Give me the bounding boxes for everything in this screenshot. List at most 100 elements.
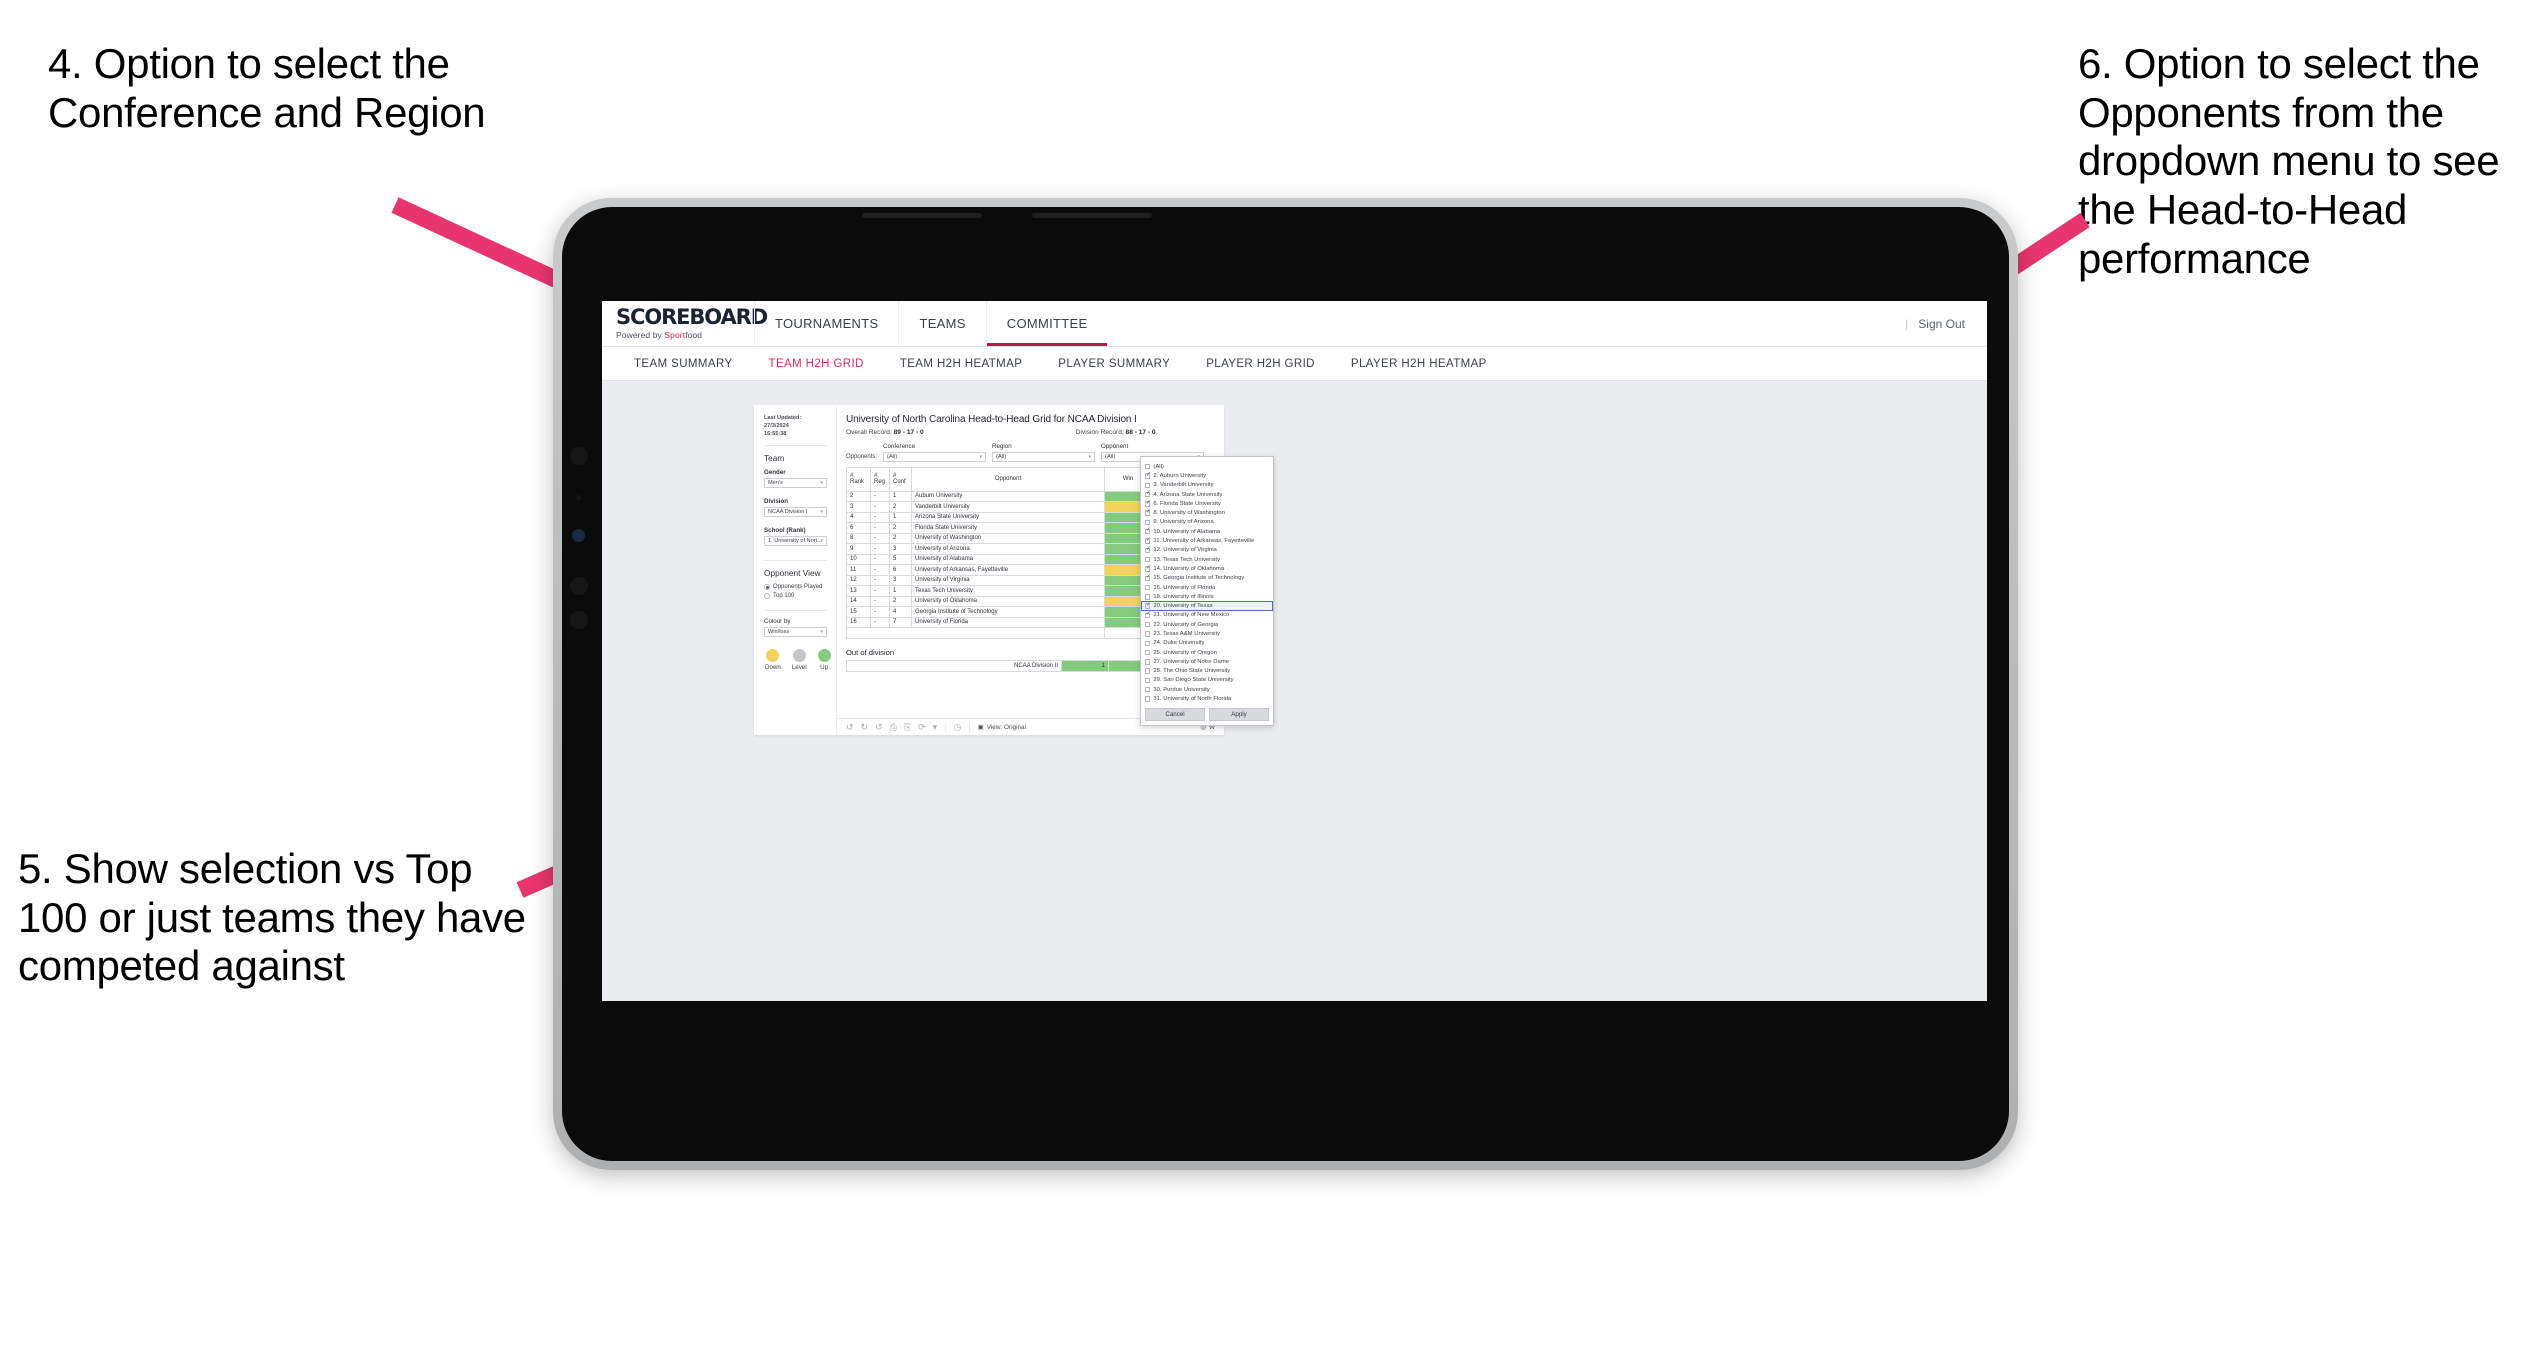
dropdown-item[interactable]: 28. The Ohio State University <box>1141 667 1273 676</box>
legend-item-level: Level <box>792 648 807 671</box>
gender-select[interactable]: Men's ▾ <box>764 478 827 489</box>
subnav-item-player-summary[interactable]: PLAYER SUMMARY <box>1040 358 1188 370</box>
school-rank-select[interactable]: 1. University of Nort... ▾ <box>764 536 827 547</box>
sign-out-link[interactable]: Sign Out <box>1918 317 1965 331</box>
dropdown-item[interactable]: 4. Arizona State University <box>1141 490 1273 499</box>
dropdown-item-label: 21. University of New Mexico <box>1153 612 1230 619</box>
share-icon[interactable]: ⟳ <box>918 722 926 732</box>
dropdown-item[interactable]: 16. University of Florida <box>1141 583 1273 592</box>
col-rank[interactable]: # Rank <box>846 466 871 492</box>
dropdown-item[interactable]: 2. Auburn University <box>1141 471 1273 480</box>
checkbox-unchecked-icon[interactable] <box>1145 631 1151 637</box>
radio-top-100[interactable]: Top 100 <box>764 592 827 599</box>
checkbox-unchecked-icon[interactable] <box>1145 687 1151 693</box>
checkbox-unchecked-icon[interactable] <box>1145 594 1151 600</box>
dropdown-item[interactable]: 11. University of Arkansas, Fayetteville <box>1141 536 1273 545</box>
subnav-item-player-h2h-heatmap[interactable]: PLAYER H2H HEATMAP <box>1333 358 1505 370</box>
opponent-dropdown-panel[interactable]: (All) 2. Auburn University 3. Vanderbilt U… <box>1140 456 1274 726</box>
checkbox-checked-icon[interactable] <box>1145 499 1151 507</box>
subnav-item-player-h2h-grid[interactable]: PLAYER H2H GRID <box>1188 358 1333 370</box>
dropdown-item[interactable]: 27. University of Notre Dame <box>1141 657 1273 666</box>
checkbox-unchecked-icon[interactable] <box>1145 463 1151 470</box>
radio-opponents-played[interactable]: Opponents Played <box>764 584 827 591</box>
division-label: Division <box>764 498 789 506</box>
apply-button[interactable]: Apply <box>1209 707 1269 721</box>
logo-sub-suffix: food <box>685 330 703 340</box>
checkbox-checked-icon[interactable] <box>1145 546 1151 554</box>
checkbox-unchecked-icon[interactable] <box>1145 482 1151 488</box>
dropdown-item[interactable]: (All) <box>1141 462 1273 471</box>
dropdown-item[interactable]: 15. Georgia Institute of Technology <box>1141 574 1273 583</box>
checkbox-unchecked-icon[interactable] <box>1145 556 1151 563</box>
overall-record-value: 89 - 17 - 0 <box>893 429 924 436</box>
checkbox-unchecked-icon[interactable] <box>1145 584 1151 591</box>
tablet-bezel: SCOREBOARD Powered by Sportfood TOURNAME… <box>562 207 2009 1161</box>
clock-icon[interactable]: ◷ <box>953 722 961 732</box>
dropdown-item[interactable]: 14. University of Oklahoma <box>1141 564 1273 573</box>
region-filter-select[interactable]: (All) ▾ <box>992 451 1096 462</box>
checkbox-unchecked-icon[interactable] <box>1145 668 1151 674</box>
dropdown-item[interactable]: 20. University of Texas <box>1141 601 1273 611</box>
checkbox-checked-icon[interactable] <box>1145 509 1151 516</box>
dropdown-item[interactable]: 3. Vanderbilt University <box>1141 481 1273 490</box>
checkbox-checked-icon[interactable] <box>1145 490 1151 498</box>
col-conf[interactable]: # Conf <box>889 466 912 492</box>
checkbox-unchecked-icon[interactable] <box>1145 640 1151 646</box>
chevron-down-icon[interactable]: ▾ <box>933 722 938 732</box>
dropdown-item[interactable]: 22. University of Georgia <box>1141 620 1273 629</box>
subnav-item-team-summary[interactable]: TEAM SUMMARY <box>616 358 751 370</box>
colour-by-select[interactable]: Win/loss ▾ <box>764 626 827 637</box>
toolbar-divider-1: | <box>944 722 947 732</box>
dropdown-item[interactable]: 23. Texas A&M University <box>1141 629 1273 638</box>
dropdown-item[interactable]: 25. University of Oregon <box>1141 648 1273 657</box>
dropdown-item[interactable]: 9. University of Arizona <box>1141 518 1273 527</box>
checkbox-checked-icon[interactable] <box>1145 527 1151 535</box>
nav-item-tournaments[interactable]: TOURNAMENTS <box>754 301 898 346</box>
nav-item-committee[interactable]: COMMITTEE <box>985 301 1108 346</box>
nav-item-teams[interactable]: TEAMS <box>898 301 985 346</box>
redo-icon[interactable]: ↻ <box>861 722 869 732</box>
revert-icon[interactable]: ↺ <box>875 722 883 732</box>
dropdown-item[interactable]: 10. University of Alabama <box>1141 527 1273 536</box>
app-logo[interactable]: SCOREBOARD Powered by Sportfood <box>602 301 768 346</box>
conference-filter-select[interactable]: (All) ▾ <box>883 451 987 462</box>
checkbox-unchecked-icon[interactable] <box>1145 519 1151 526</box>
dropdown-item[interactable]: 13. Texas Tech University <box>1141 555 1273 564</box>
checkbox-unchecked-icon[interactable] <box>1145 677 1151 684</box>
dropdown-item[interactable]: 12. University of Virginia <box>1141 546 1273 555</box>
dropdown-item-label: 14. University of Oklahoma <box>1153 565 1225 572</box>
dropdown-item[interactable]: 21. University of New Mexico <box>1141 611 1273 620</box>
dropdown-item-label: 23. Texas A&M University <box>1153 630 1221 637</box>
checkbox-unchecked-icon[interactable] <box>1145 659 1151 665</box>
cell-rank: 14 <box>846 595 871 607</box>
pause-icon[interactable]: ⎘ <box>904 722 911 732</box>
checkbox-checked-icon[interactable] <box>1145 472 1151 479</box>
checkbox-checked-icon[interactable] <box>1145 564 1151 572</box>
dropdown-item[interactable]: 29. San Diego State University <box>1141 676 1273 685</box>
checkbox-checked-icon[interactable] <box>1145 537 1151 544</box>
dropdown-item[interactable]: 6. Florida State University <box>1141 499 1273 508</box>
undo-icon[interactable]: ↺ <box>846 722 854 732</box>
checkbox-unchecked-icon[interactable] <box>1145 696 1151 702</box>
refresh-icon[interactable]: ⎙ <box>890 722 897 732</box>
checkbox-checked-icon[interactable] <box>1145 574 1151 581</box>
dropdown-item[interactable]: 31. University of North Florida <box>1141 694 1273 703</box>
view-original-button[interactable]: ▣ View: Original <box>978 723 1026 732</box>
col-opponent[interactable]: Opponent <box>911 466 1105 492</box>
col-reg[interactable]: # Reg <box>870 466 890 492</box>
checkbox-checked-icon[interactable] <box>1145 602 1151 609</box>
dropdown-item[interactable]: 18. University of Illinois <box>1141 592 1273 601</box>
dropdown-item[interactable]: 30. Purdue University <box>1141 685 1273 694</box>
checkbox-unchecked-icon[interactable] <box>1145 622 1151 628</box>
checkbox-checked-icon[interactable] <box>1145 611 1151 619</box>
subnav-item-team-h2h-grid[interactable]: TEAM H2H GRID <box>751 358 882 370</box>
dropdown-item[interactable]: 24. Duke University <box>1141 639 1273 648</box>
cancel-button[interactable]: Cancel <box>1145 707 1205 721</box>
ood-win: 1 <box>1061 659 1109 672</box>
dropdown-item[interactable]: 8. University of Washington <box>1141 508 1273 517</box>
chevron-down-icon: ▾ <box>820 509 823 516</box>
checkbox-unchecked-icon[interactable] <box>1145 649 1151 656</box>
annotation-5-text: 5. Show selection vs Top 100 or just tea… <box>18 845 538 990</box>
subnav-item-team-h2h-heatmap[interactable]: TEAM H2H HEATMAP <box>882 358 1040 370</box>
division-select[interactable]: NCAA Division I ▾ <box>764 507 827 518</box>
